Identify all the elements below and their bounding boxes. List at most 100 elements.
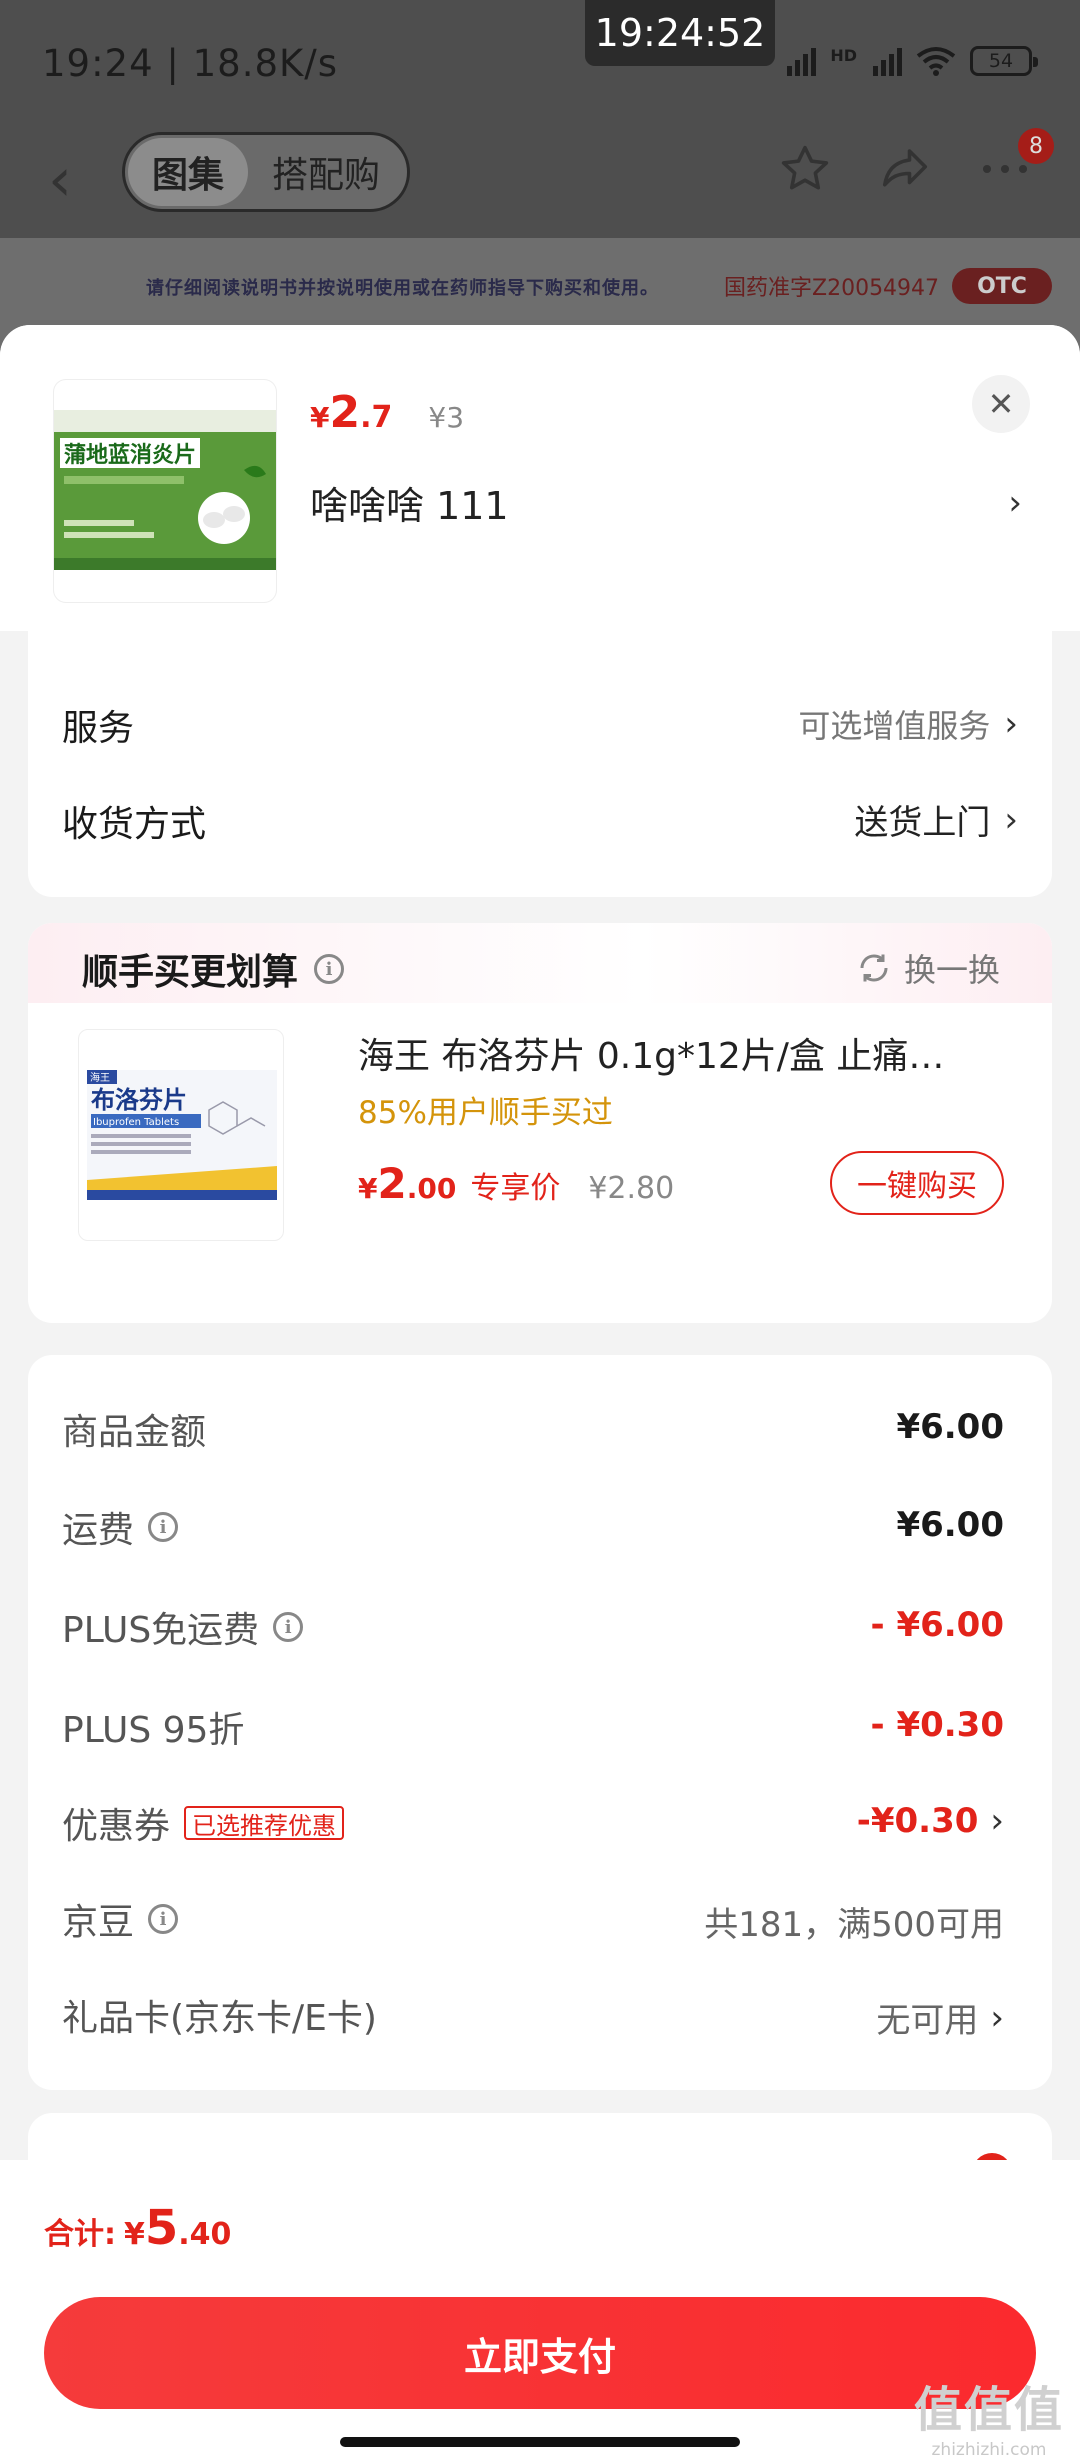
notification-badge: 8 [1018, 128, 1054, 164]
summary-label-text: 京豆 [62, 1902, 135, 1943]
top-nav: ‹ 图集 搭配购 8 [0, 128, 1080, 240]
original-price: ¥3 [428, 401, 465, 434]
total-integer: 5 [144, 2200, 179, 2256]
signal-icon-2 [873, 46, 902, 76]
bottom-pay-bar: 合计: ¥5.40 立即支付 值值值 zhizhizhi.com [0, 2160, 1080, 2460]
order-total: 合计: ¥5.40 [44, 2200, 231, 2256]
summary-value-text: - ¥6.00 [870, 1605, 1005, 1645]
price-row: ¥2.7 ¥3 [310, 387, 464, 438]
network-type-label-2: HD [830, 46, 857, 65]
recommend-original-price: ¥2.80 [588, 1171, 675, 1206]
clock-overlay: 19:24:52 [585, 0, 775, 66]
summary-value-text: -¥0.30 [856, 1801, 979, 1841]
banner-approval: 国药准字Z20054947 [724, 276, 940, 301]
chevron-right-icon: › [990, 1801, 1004, 1841]
coupon-tag: 已选推荐优惠 [184, 1806, 345, 1840]
recommend-card: 顺手买更划算 i 换一换 海王 布洛芬片 Ibuprofen Tablets 海… [28, 923, 1052, 1323]
summary-label-text: 优惠券 [62, 1806, 171, 1847]
summary-row: PLUS免运费 i - ¥6.00 [62, 1601, 1004, 1661]
coupon-row[interactable]: 优惠券 已选推荐优惠 -¥0.30 › [62, 1797, 1004, 1857]
tab-bundle[interactable]: 搭配购 [248, 138, 404, 206]
tab-gallery[interactable]: 图集 [128, 138, 249, 206]
chevron-right-icon: › [990, 1997, 1004, 2038]
selected-variant[interactable]: 啥啥啥 111 [310, 475, 509, 530]
sheet-header: 蒲地蓝消炎片 ¥2.7 ¥3 啥啥啥 111 › ✕ [0, 325, 1080, 631]
recommend-price-tag: 专享价 [470, 1171, 561, 1206]
summary-label-text: 运费 [62, 1510, 135, 1551]
signal-icon [787, 46, 817, 76]
nav-actions: 8 [778, 128, 1054, 196]
chevron-right-icon: › [1004, 704, 1018, 744]
summary-label-text: PLUS 95折 [62, 1710, 245, 1751]
close-icon: ✕ [987, 385, 1015, 423]
price-decimal: .7 [360, 400, 393, 435]
gift-card-row[interactable]: 礼品卡(京东卡/E卡) 无可用 › [62, 1989, 1004, 2049]
recommend-price-row: ¥2.00 专享价 ¥2.80 [358, 1159, 674, 1208]
delivery-value: 送货上门 [854, 803, 991, 843]
thumb-title: 布洛芬片 [91, 1086, 187, 1114]
summary-value: - ¥0.30 [871, 1705, 1005, 1745]
total-label: 合计: [44, 2217, 116, 2252]
info-icon[interactable]: i [148, 1904, 179, 1934]
pay-now-button[interactable]: 立即支付 [44, 2297, 1036, 2409]
summary-value-text: - ¥0.30 [870, 1705, 1005, 1745]
delivery-selector[interactable]: 送货上门 › [854, 795, 1018, 844]
status-icons: HD HD 54 [745, 46, 1038, 76]
current-price: ¥2.7 [310, 387, 392, 438]
service-value: 可选增值服务 [798, 707, 991, 745]
summary-row: 运费 i ¥6.00 [62, 1501, 1004, 1561]
one-click-buy-button[interactable]: 一键购买 [830, 1151, 1004, 1215]
total-decimal: .40 [178, 2217, 232, 2252]
summary-label: 商品金额 [62, 1403, 206, 1455]
star-icon[interactable] [778, 142, 832, 196]
summary-label-text: 商品金额 [62, 1412, 207, 1453]
status-bar: 19:24 | 18.8K/s HD HD 54 [0, 0, 1080, 130]
swap-label: 换一换 [903, 951, 1000, 989]
chevron-right-icon: › [1004, 799, 1018, 840]
back-icon[interactable]: ‹ [48, 150, 72, 210]
share-icon[interactable] [878, 142, 932, 196]
total-currency: ¥ [124, 2217, 145, 2252]
info-icon[interactable]: i [148, 1512, 179, 1542]
price-integer: 2 [329, 387, 361, 438]
recommend-thumbnail[interactable]: 海王 布洛芬片 Ibuprofen Tablets [78, 1029, 284, 1241]
summary-value: 共181，满500可用 [704, 1897, 1004, 1946]
status-time: 19:24 | 18.8K/s [42, 42, 339, 85]
delivery-label: 收货方式 [62, 804, 207, 845]
watermark-line1: 值值值 [913, 2382, 1064, 2438]
close-button[interactable]: ✕ [972, 375, 1030, 433]
info-icon[interactable]: i [273, 1612, 304, 1642]
recommend-price-decimal: .00 [406, 1172, 457, 1205]
battery-level: 54 [988, 50, 1014, 72]
recommend-price: ¥2.00 [358, 1159, 456, 1208]
recommend-product-name[interactable]: 海王 布洛芬片 0.1g*12片/盒 止痛… [358, 1027, 944, 1079]
otc-badge: OTC [952, 268, 1052, 304]
home-indicator[interactable] [340, 2437, 740, 2447]
recommend-price-currency: ¥ [358, 1172, 378, 1205]
service-selector[interactable]: 可选增值服务 › [798, 701, 1018, 747]
thumb-title: 蒲地蓝消炎片 [64, 443, 196, 468]
summary-label-text: PLUS免运费 [62, 1610, 260, 1651]
recommend-social-proof: 85%用户顺手买过 [358, 1095, 613, 1131]
summary-label-text: 礼品卡(京东卡/E卡) [62, 1998, 377, 2039]
info-icon[interactable]: i [314, 954, 345, 984]
summary-label: 运费 i [62, 1501, 179, 1553]
price-currency: ¥ [310, 401, 330, 434]
more-button[interactable]: 8 [978, 128, 1054, 196]
summary-label: PLUS免运费 i [62, 1601, 304, 1653]
chevron-right-icon[interactable]: › [1008, 483, 1022, 523]
summary-label: 京豆 i [62, 1893, 179, 1945]
refresh-icon [860, 954, 888, 982]
summary-value-text: ¥6.00 [896, 1407, 1004, 1447]
nav-tabs: 图集 搭配购 [122, 132, 411, 212]
summary-label: PLUS 95折 [62, 1701, 244, 1753]
summary-value: ¥6.00 [896, 1407, 1004, 1447]
swap-button[interactable]: 换一换 [856, 945, 1000, 991]
summary-value: - ¥6.00 [871, 1605, 1005, 1645]
summary-value: -¥0.30 › [857, 1801, 1004, 1841]
product-thumbnail: 蒲地蓝消炎片 [54, 380, 276, 602]
watermark-line2: zhizhizhi.com [931, 2440, 1047, 2460]
banner-notice: 请仔细阅读说明书并按说明使用或在药师指导下购买和使用。 [146, 278, 659, 299]
summary-label: 礼品卡(京东卡/E卡) [62, 1989, 377, 2041]
battery-icon: 54 [970, 46, 1038, 76]
